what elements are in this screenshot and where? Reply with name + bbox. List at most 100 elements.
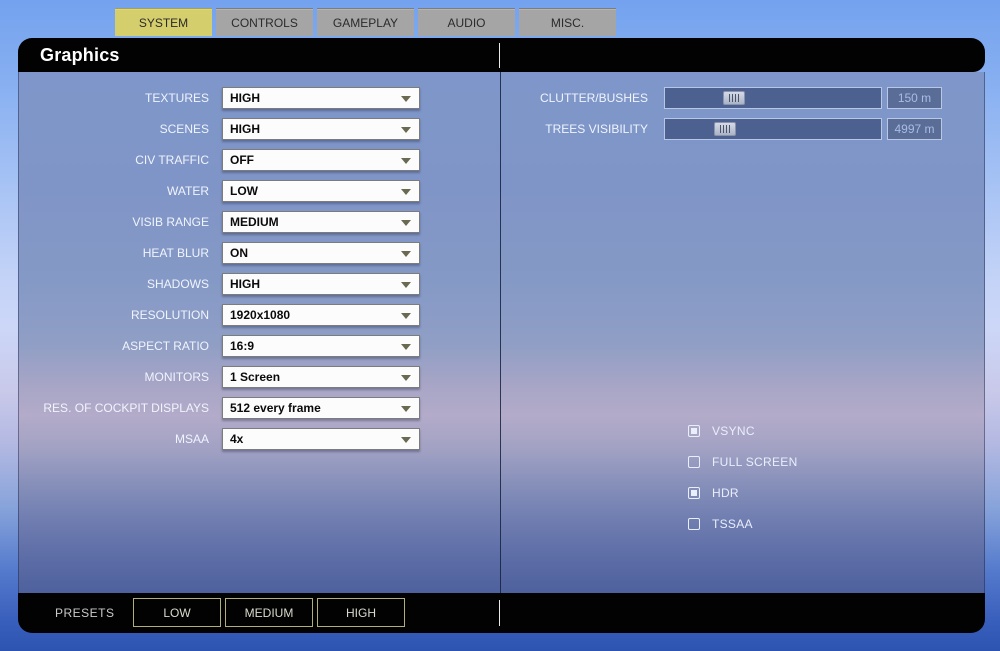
checkbox-row-full-screen[interactable]: FULL SCREEN: [688, 455, 798, 469]
setting-label: MSAA: [174, 431, 209, 446]
tab-gameplay[interactable]: GAMEPLAY: [317, 8, 414, 36]
dropdown-value: LOW: [230, 183, 258, 198]
setting-label: ASPECT RATIO: [122, 338, 209, 353]
full-screen-checkbox[interactable]: [688, 456, 700, 468]
header-separator: [499, 43, 500, 68]
shadows-dropdown[interactable]: HIGH: [222, 272, 420, 295]
setting-row-textures: TEXTURES HIGH: [19, 86, 420, 109]
setting-label: SHADOWS: [146, 276, 209, 291]
chevron-down-icon: [401, 374, 411, 381]
column-divider: [500, 72, 501, 593]
dropdown-value: MEDIUM: [230, 214, 279, 229]
preset-buttons: LOW MEDIUM HIGH: [133, 598, 405, 627]
dropdown-value: OFF: [230, 152, 254, 167]
tab-system[interactable]: SYSTEM: [115, 8, 212, 36]
tab-misc[interactable]: MISC.: [519, 8, 616, 36]
resolution-dropdown[interactable]: 1920x1080: [222, 303, 420, 326]
chevron-down-icon: [401, 126, 411, 133]
dropdown-value: HIGH: [230, 90, 260, 105]
hdr-checkbox[interactable]: [688, 487, 700, 499]
setting-label: RES. OF COCKPIT DISPLAYS: [43, 400, 209, 415]
graphics-settings-panel: TEXTURES HIGH SCENES HIGH CIV TRAFFIC OF…: [18, 72, 985, 593]
checkbox-label: HDR: [712, 486, 739, 500]
chevron-down-icon: [401, 157, 411, 164]
chevron-down-icon: [401, 436, 411, 443]
footer-separator: [499, 600, 500, 626]
dropdown-value: 16:9: [230, 338, 255, 353]
slider-handle[interactable]: [714, 121, 737, 136]
textures-dropdown[interactable]: HIGH: [222, 86, 420, 109]
setting-label: RESOLUTION: [130, 307, 209, 322]
setting-row-visib-range: VISIB RANGE MEDIUM: [19, 210, 420, 233]
setting-row-water: WATER LOW: [19, 179, 420, 202]
scenes-dropdown[interactable]: HIGH: [222, 117, 420, 140]
setting-label: CLUTTER/BUSHES: [539, 90, 648, 105]
heat-blur-dropdown[interactable]: ON: [222, 241, 420, 264]
chevron-down-icon: [401, 219, 411, 226]
checkbox-row-hdr[interactable]: HDR: [688, 486, 798, 500]
setting-label: WATER: [167, 183, 209, 198]
dropdown-value: HIGH: [230, 276, 260, 291]
msaa-dropdown[interactable]: 4x: [222, 427, 420, 450]
dropdown-column: TEXTURES HIGH SCENES HIGH CIV TRAFFIC OF…: [19, 86, 420, 458]
dropdown-value: 512 every frame: [230, 400, 321, 415]
chevron-down-icon: [401, 95, 411, 102]
checkbox-label: TSSAA: [712, 517, 753, 531]
setting-row-shadows: SHADOWS HIGH: [19, 272, 420, 295]
civ-traffic-dropdown[interactable]: OFF: [222, 148, 420, 171]
setting-row-trees: TREES VISIBILITY 4997 m: [500, 117, 942, 140]
setting-row-monitors: MONITORS 1 Screen: [19, 365, 420, 388]
clutter-bushes-slider[interactable]: [664, 86, 882, 109]
water-dropdown[interactable]: LOW: [222, 179, 420, 202]
chevron-down-icon: [401, 312, 411, 319]
slider-column: CLUTTER/BUSHES 150 m TREES VISIBILITY 49…: [500, 86, 942, 148]
cockpit-displays-dropdown[interactable]: 512 every frame: [222, 396, 420, 419]
preset-high-button[interactable]: HIGH: [317, 598, 405, 627]
tssaa-checkbox[interactable]: [688, 518, 700, 530]
dropdown-value: 1 Screen: [230, 369, 281, 384]
aspect-ratio-dropdown[interactable]: 16:9: [222, 334, 420, 357]
presets-bar: PRESETS LOW MEDIUM HIGH: [18, 593, 985, 633]
grip-icon: [728, 93, 740, 102]
setting-row-clutter: CLUTTER/BUSHES 150 m: [500, 86, 942, 109]
setting-label: SCENES: [159, 121, 209, 136]
chevron-down-icon: [401, 250, 411, 257]
dropdown-value: HIGH: [230, 121, 260, 136]
trees-visibility-slider[interactable]: [664, 117, 882, 140]
setting-label: CIV TRAFFIC: [135, 152, 209, 167]
setting-row-aspect-ratio: ASPECT RATIO 16:9: [19, 334, 420, 357]
dropdown-value: 1920x1080: [230, 307, 291, 322]
setting-label: VISIB RANGE: [132, 214, 209, 229]
slider-handle[interactable]: [723, 90, 746, 105]
chevron-down-icon: [401, 281, 411, 288]
panel-header: Graphics: [18, 38, 985, 72]
setting-row-msaa: MSAA 4x: [19, 427, 420, 450]
tab-audio[interactable]: AUDIO: [418, 8, 515, 36]
setting-row-cockpit-displays: RES. OF COCKPIT DISPLAYS 512 every frame: [19, 396, 420, 419]
vsync-checkbox[interactable]: [688, 425, 700, 437]
checkbox-group: VSYNC FULL SCREEN HDR TSSAA: [688, 424, 798, 549]
slider-value: 4997 m: [887, 117, 942, 140]
presets-label: PRESETS: [55, 606, 115, 620]
top-tab-bar: SYSTEM CONTROLS GAMEPLAY AUDIO MISC.: [115, 8, 616, 36]
setting-label: HEAT BLUR: [142, 245, 209, 260]
dropdown-value: ON: [230, 245, 248, 260]
checkbox-row-vsync[interactable]: VSYNC: [688, 424, 798, 438]
checkbox-label: FULL SCREEN: [712, 455, 798, 469]
visib-range-dropdown[interactable]: MEDIUM: [222, 210, 420, 233]
preset-low-button[interactable]: LOW: [133, 598, 221, 627]
tab-controls[interactable]: CONTROLS: [216, 8, 313, 36]
checkbox-label: VSYNC: [712, 424, 755, 438]
chevron-down-icon: [401, 188, 411, 195]
setting-row-scenes: SCENES HIGH: [19, 117, 420, 140]
chevron-down-icon: [401, 343, 411, 350]
preset-medium-button[interactable]: MEDIUM: [225, 598, 313, 627]
checkbox-row-tssaa[interactable]: TSSAA: [688, 517, 798, 531]
setting-label: MONITORS: [144, 369, 209, 384]
slider-value: 150 m: [887, 86, 942, 109]
monitors-dropdown[interactable]: 1 Screen: [222, 365, 420, 388]
setting-label: TEXTURES: [144, 90, 209, 105]
page-title: Graphics: [40, 45, 120, 65]
chevron-down-icon: [401, 405, 411, 412]
setting-row-heat-blur: HEAT BLUR ON: [19, 241, 420, 264]
